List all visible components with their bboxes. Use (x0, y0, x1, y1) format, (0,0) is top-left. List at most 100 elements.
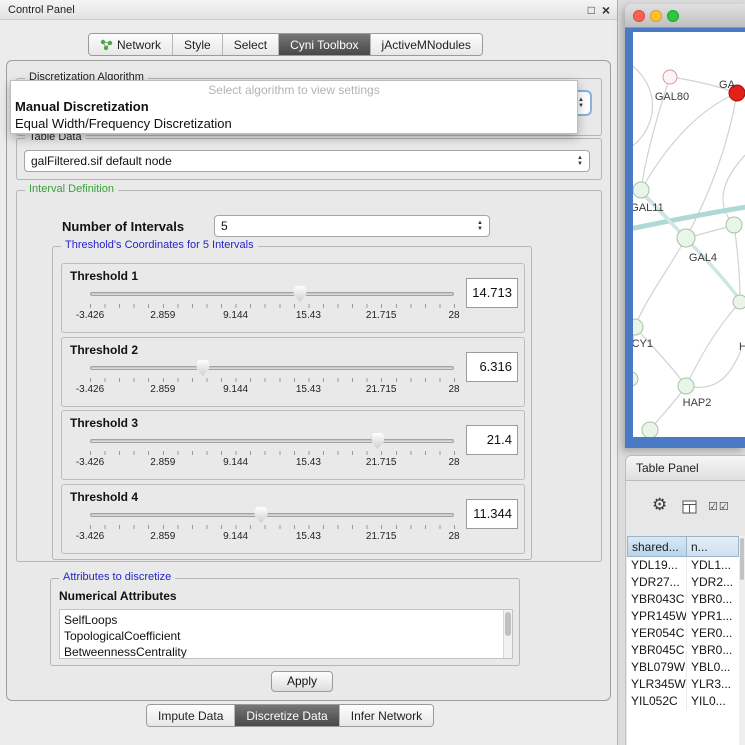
float-window-icon[interactable]: □ (588, 0, 595, 20)
interval-definition-group-title: Interval Definition (25, 183, 118, 195)
threshold-1-value-field[interactable]: 14.713 (466, 278, 518, 308)
table-cell[interactable]: YBL079W (627, 659, 687, 676)
table-row[interactable]: YIL052C YIL0... (627, 693, 739, 710)
tab-cyni-toolbox[interactable]: Cyni Toolbox (279, 34, 370, 55)
network-edge[interactable] (633, 62, 653, 150)
threshold-3-value-field[interactable]: 21.4 (466, 425, 518, 455)
tab-discretize-data[interactable]: Discretize Data (235, 705, 339, 726)
table-row[interactable]: YDR27... YDR2... (627, 574, 739, 591)
table-cell[interactable]: YDL1... (687, 557, 739, 574)
apply-button[interactable]: Apply (271, 671, 333, 692)
network-edge[interactable] (734, 225, 740, 302)
table-cell[interactable]: YIL052C (627, 693, 687, 710)
slider-track[interactable] (90, 439, 454, 443)
close-panel-icon[interactable]: × (602, 0, 610, 20)
select-columns-icon[interactable]: ☑☑ (708, 500, 730, 513)
tab-jactivemnodules[interactable]: jActiveMNodules (371, 34, 482, 55)
network-window-titlebar[interactable] (625, 4, 745, 28)
table-scrollbar[interactable] (739, 536, 745, 745)
table-row[interactable]: YER054C YER0... (627, 625, 739, 642)
column-header-name[interactable]: n... (687, 536, 739, 557)
table-row[interactable]: YBR045C YBR0... (627, 642, 739, 659)
tab-impute-data-label: Impute Data (158, 709, 223, 723)
network-canvas[interactable]: GAL80 GA GAL11 GAL4 GCY1 HAP2 H (633, 32, 745, 437)
threshold-2-slider[interactable] (90, 360, 454, 376)
network-edge[interactable] (635, 327, 686, 386)
slider-thumb[interactable] (196, 360, 209, 376)
network-edge[interactable] (635, 238, 686, 327)
columns-icon[interactable] (682, 500, 697, 514)
table-cell[interactable]: YER0... (687, 625, 739, 642)
network-node[interactable] (733, 295, 745, 309)
algorithm-option-equal-width[interactable]: Equal Width/Frequency Discretization (11, 115, 577, 132)
threshold-2-value-field[interactable]: 6.316 (466, 352, 518, 382)
table-cell[interactable]: YIL0... (687, 693, 739, 710)
minimize-window-icon[interactable] (650, 10, 662, 22)
tab-infer-network[interactable]: Infer Network (340, 705, 433, 726)
tab-network[interactable]: Network (89, 34, 173, 55)
network-node[interactable] (642, 422, 658, 437)
threshold-3-panel: Threshold 3 -3.426 2.859 9.144 15.43 21.… (61, 410, 525, 480)
slider-scale-labels: -3.426 2.859 9.144 15.43 21.715 28 (90, 310, 454, 322)
slider-thumb[interactable] (294, 286, 307, 302)
threshold-3-slider[interactable] (90, 433, 454, 449)
threshold-1-slider[interactable] (90, 286, 454, 302)
tab-select[interactable]: Select (223, 34, 279, 55)
column-header-shared-name[interactable]: shared... (627, 536, 687, 557)
control-panel-titlebar: Control Panel □ × (0, 0, 617, 20)
network-edge[interactable] (650, 386, 686, 430)
list-scrollbar[interactable] (503, 610, 512, 658)
slider-track[interactable] (90, 513, 454, 517)
table-cell[interactable]: YBR043C (627, 591, 687, 608)
table-row[interactable]: YLR345W YLR3... (627, 676, 739, 693)
table-row[interactable]: YPR145W YPR1... (627, 608, 739, 625)
network-node[interactable] (633, 319, 643, 335)
table-cell[interactable]: YDR2... (687, 574, 739, 591)
tab-impute-data[interactable]: Impute Data (147, 705, 235, 726)
close-window-icon[interactable] (633, 10, 645, 22)
table-cell[interactable]: YDL19... (627, 557, 687, 574)
gear-icon[interactable]: ⚙ (652, 495, 667, 515)
table-cell[interactable]: YPR1... (687, 608, 739, 625)
numerical-attributes-list[interactable]: SelfLoops TopologicalCoefficient Between… (59, 609, 513, 659)
number-of-intervals-combobox[interactable]: 5 ▲▼ (214, 215, 490, 237)
table-cell[interactable]: YBR0... (687, 591, 739, 608)
table-cell[interactable]: YDR27... (627, 574, 687, 591)
table-cell[interactable]: YER054C (627, 625, 687, 642)
table-row[interactable]: YBR043C YBR0... (627, 591, 739, 608)
network-node[interactable] (633, 372, 638, 386)
table-cell[interactable]: YLR345W (627, 676, 687, 693)
threshold-4-slider[interactable] (90, 507, 454, 523)
network-edge[interactable] (723, 152, 745, 225)
zoom-window-icon[interactable] (667, 10, 679, 22)
table-cell[interactable]: YBR0... (687, 642, 739, 659)
table-row[interactable]: YDL19... YDL1... (627, 557, 739, 574)
slider-thumb[interactable] (255, 507, 268, 523)
slider-track[interactable] (90, 292, 454, 296)
network-node[interactable] (633, 182, 649, 198)
network-edge[interactable] (686, 302, 740, 386)
network-edge[interactable] (641, 93, 737, 190)
table-cell[interactable]: YPR145W (627, 608, 687, 625)
control-panel-tabs: Network Style Select Cyni Toolbox jActiv… (88, 33, 483, 56)
list-scrollbar-thumb[interactable] (505, 612, 511, 636)
algorithm-option-manual[interactable]: Manual Discretization (11, 98, 577, 115)
table-scrollbar-thumb[interactable] (740, 538, 744, 580)
network-node[interactable] (677, 229, 695, 247)
network-node[interactable] (678, 378, 694, 394)
network-node[interactable] (726, 217, 742, 233)
table-data-combobox[interactable]: galFiltered.sif default node ▲▼ (24, 150, 590, 172)
slider-thumb[interactable] (371, 433, 384, 449)
number-of-intervals-label: Number of Intervals (62, 216, 184, 238)
table-cell[interactable]: YBL0... (687, 659, 739, 676)
slider-track[interactable] (90, 366, 454, 370)
list-item[interactable]: TopologicalCoefficient (60, 628, 512, 644)
table-cell[interactable]: YLR3... (687, 676, 739, 693)
threshold-4-value-field[interactable]: 11.344 (466, 499, 518, 529)
list-item[interactable]: SelfLoops (60, 610, 512, 628)
tab-style[interactable]: Style (173, 34, 223, 55)
network-node[interactable] (663, 70, 677, 84)
table-row[interactable]: YBL079W YBL0... (627, 659, 739, 676)
table-cell[interactable]: YBR045C (627, 642, 687, 659)
list-item[interactable]: BetweennessCentrality (60, 644, 512, 659)
